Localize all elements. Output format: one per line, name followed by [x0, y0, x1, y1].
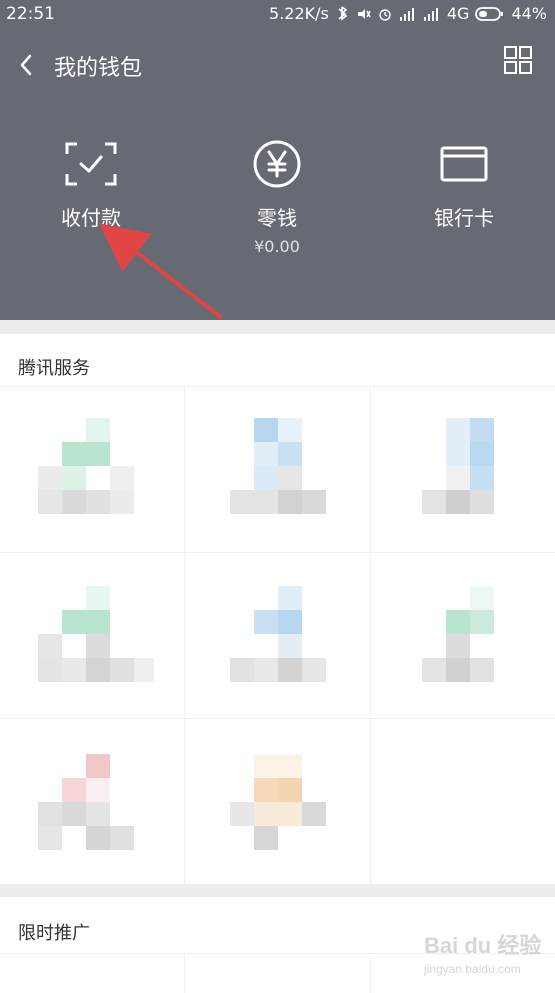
watermark-site: jingyan.baidu.com	[424, 962, 521, 976]
divider	[370, 953, 371, 993]
red-arrow-annotation	[98, 223, 224, 320]
divider	[0, 386, 555, 387]
divider	[184, 953, 185, 993]
service-tile[interactable]	[38, 754, 138, 854]
divider	[0, 552, 555, 553]
tencent-services-card: 腾讯服务	[0, 334, 555, 884]
baidu-watermark: Bai du 经验 jingyan.baidu.com	[424, 928, 549, 988]
divider	[0, 718, 555, 719]
service-tile[interactable]	[230, 418, 330, 518]
service-tile[interactable]	[230, 586, 330, 686]
service-tile[interactable]	[38, 586, 154, 686]
divider	[370, 386, 371, 884]
section-title-tencent: 腾讯服务	[18, 358, 90, 379]
watermark-brand: Bai du 经验	[424, 933, 542, 958]
divider	[184, 386, 185, 884]
service-tile[interactable]	[422, 418, 522, 518]
section-title-promo: 限时推广	[18, 923, 90, 944]
service-tile[interactable]	[38, 418, 138, 518]
service-tile[interactable]	[422, 586, 522, 686]
wallet-header: 22:51 5.22K/s 4G 44% 我的钱包 收付款 零钱 ¥0.00 银…	[0, 0, 555, 320]
service-tile[interactable]	[230, 754, 330, 854]
